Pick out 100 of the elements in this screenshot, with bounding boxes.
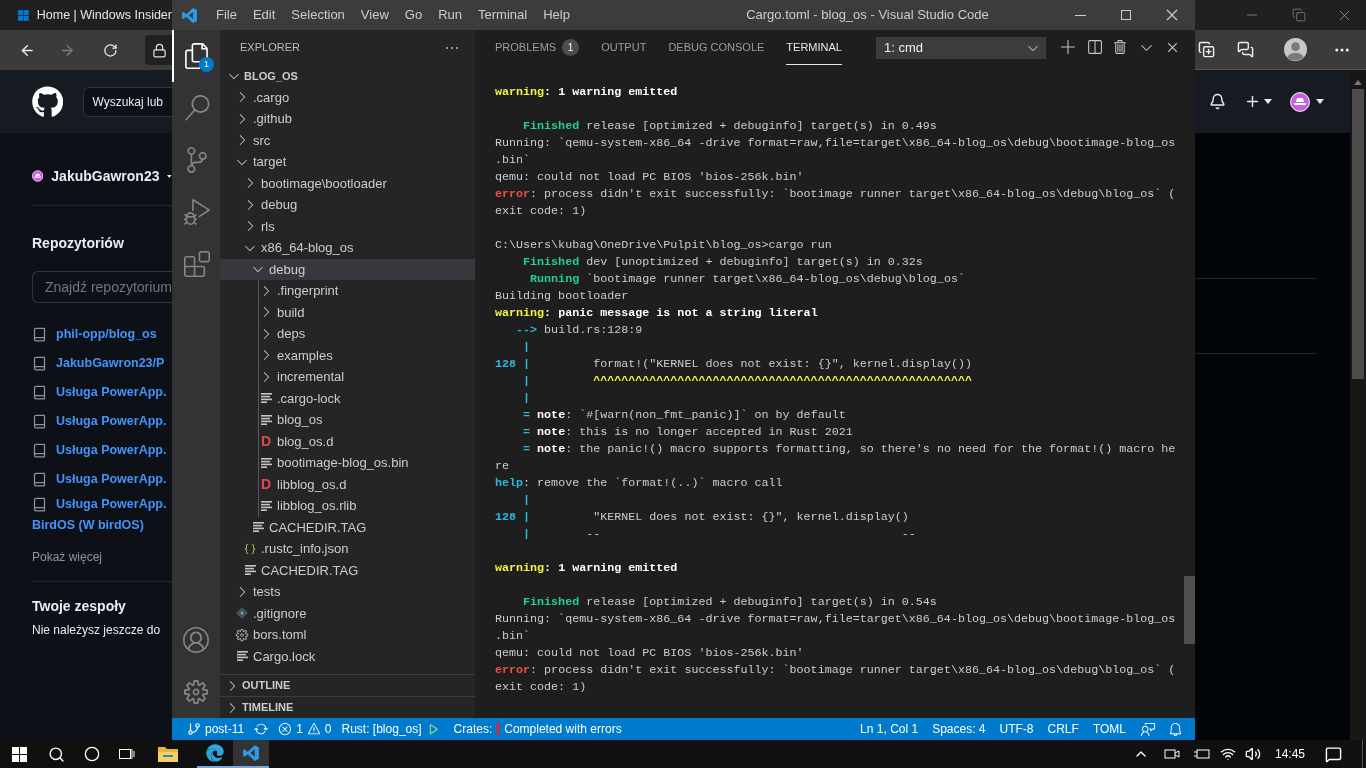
edge-icon[interactable] <box>206 744 224 762</box>
file-row[interactable]: D libblog_os.d <box>220 473 475 495</box>
folder-row[interactable]: deps <box>220 323 475 345</box>
repo-link[interactable]: Usługa PowerApp. <box>56 470 167 489</box>
status-item[interactable]: UTF-8 <box>994 718 1039 740</box>
status-item[interactable]: Ln 1, Col 1 <box>855 718 924 740</box>
workspace-header[interactable]: BLOG_OS <box>220 65 475 87</box>
refresh-icon[interactable] <box>103 41 118 59</box>
menu-item[interactable]: Go <box>396 5 431 25</box>
file-row[interactable]: CACHEDIR.TAG <box>220 559 475 581</box>
source-control-icon[interactable] <box>184 147 210 173</box>
folder-row[interactable]: debug <box>220 194 475 216</box>
add-icon[interactable] <box>1059 39 1077 56</box>
account-icon[interactable] <box>183 627 209 653</box>
plus-icon[interactable] <box>1244 93 1261 110</box>
terminal-select[interactable]: 1: cmd <box>875 36 1046 59</box>
folder-row[interactable]: x86_64-blog_os <box>220 237 475 259</box>
menu-item[interactable]: Run <box>430 5 470 25</box>
scrollbar[interactable] <box>1184 576 1195 644</box>
file-row[interactable]: Cargo.lock <box>220 645 475 667</box>
repo-link[interactable]: Usługa PowerApp. BirdOS (W birdOS) <box>32 494 172 536</box>
search-field[interactable]: Wyszukaj lub <box>83 86 172 117</box>
panel-tab[interactable]: OUTPUT <box>601 30 647 65</box>
search-icon[interactable] <box>48 745 65 763</box>
repo-link[interactable]: Usługa PowerApp. <box>56 441 167 460</box>
menu-item[interactable]: Terminal <box>470 5 536 25</box>
folder-row[interactable]: rls <box>220 215 475 237</box>
status-item[interactable]: TOML <box>1087 718 1131 740</box>
panel-tab[interactable]: PROBLEMS 1 <box>495 30 580 65</box>
caret-icon[interactable] <box>1316 99 1324 104</box>
menu-item[interactable]: Selection <box>283 5 353 25</box>
feedback-icon[interactable] <box>1237 41 1254 58</box>
file-row[interactable]: blog_os <box>220 409 475 431</box>
feedback-icon[interactable] <box>1141 721 1156 737</box>
repo-link[interactable]: Usługa PowerApp. <box>56 412 167 431</box>
file-row[interactable]: .cargo-lock <box>220 387 475 409</box>
caret-icon[interactable] <box>1264 99 1272 104</box>
clock[interactable]: 14:45 <box>1274 745 1305 763</box>
crates-item[interactable]: Crates: Completed with errors <box>448 718 627 740</box>
notifications-icon[interactable] <box>1325 745 1342 763</box>
camera-icon[interactable] <box>1163 747 1180 761</box>
collections-icon[interactable] <box>1198 41 1215 58</box>
file-row[interactable]: .rustc_info.json <box>220 538 475 560</box>
sync-icon[interactable] <box>254 722 269 736</box>
github-logo-icon[interactable] <box>32 85 64 118</box>
avatar-icon[interactable] <box>1290 91 1310 112</box>
folder-row[interactable]: incremental <box>220 366 475 388</box>
file-row[interactable]: bootimage-blog_os.bin <box>220 452 475 474</box>
trash-icon[interactable] <box>1111 39 1129 56</box>
repository-search-field[interactable]: Znajdź repozytorium <box>32 271 172 303</box>
menu-item[interactable]: Edit <box>244 5 284 25</box>
repo-link[interactable]: JakubGawron23/P <box>56 354 165 373</box>
repo-link[interactable]: Usługa PowerApp. <box>56 383 167 402</box>
bell-icon[interactable] <box>1209 93 1226 110</box>
scroll-up-icon[interactable] <box>1354 80 1362 85</box>
folder-row[interactable]: target <box>220 151 475 173</box>
file-row[interactable]: D blog_os.d <box>220 430 475 452</box>
profile-avatar-icon[interactable] <box>1284 38 1307 61</box>
folder-row[interactable]: examples <box>220 344 475 366</box>
panel-tab[interactable]: TERMINAL <box>786 30 842 65</box>
section-header[interactable]: OUTLINE <box>220 674 475 696</box>
folder-row[interactable]: .github <box>220 108 475 130</box>
volume-icon[interactable] <box>1244 746 1261 762</box>
menu-item[interactable]: File <box>208 5 245 25</box>
plug-icon[interactable] <box>1193 747 1210 761</box>
run-debug-icon[interactable] <box>184 199 210 225</box>
file-row[interactable]: CACHEDIR.TAG <box>220 516 475 538</box>
problems-item[interactable]: 1 0 <box>273 718 337 740</box>
user-name[interactable]: JakubGawron23 <box>51 165 160 187</box>
file-row[interactable]: bors.toml <box>220 624 475 646</box>
task-view-icon[interactable] <box>119 747 135 761</box>
wifi-icon[interactable] <box>1219 746 1236 762</box>
folder-icon[interactable] <box>158 746 178 762</box>
browser-tab[interactable]: Home | Windows Insider <box>0 0 172 30</box>
repo-link[interactable]: phil-opp/blog_os <box>56 325 157 344</box>
start-icon[interactable] <box>11 746 27 762</box>
vscode-icon[interactable] <box>242 744 260 762</box>
scrollbar[interactable] <box>1350 70 1366 740</box>
menu-item[interactable]: Help <box>535 5 578 25</box>
folder-row[interactable]: tests <box>220 581 475 603</box>
rust-item[interactable]: Rust: [blog_os] <box>336 718 445 740</box>
folder-row[interactable]: bootimage\bootloader <box>220 172 475 194</box>
panel-tab[interactable]: DEBUG CONSOLE <box>668 30 765 65</box>
extensions-icon[interactable] <box>184 251 210 277</box>
restore-icon[interactable] <box>1292 8 1306 22</box>
address-bar[interactable] <box>144 35 172 65</box>
folder-row[interactable]: src <box>220 129 475 151</box>
file-row[interactable]: libblog_os.rlib <box>220 495 475 517</box>
status-item[interactable]: Spaces: 4 <box>927 718 991 740</box>
settings-icon[interactable] <box>184 680 208 704</box>
folder-row[interactable]: debug <box>220 258 475 280</box>
folder-row[interactable]: build <box>220 301 475 323</box>
split-icon[interactable] <box>1085 39 1103 56</box>
file-row[interactable]: .gitignore <box>220 602 475 624</box>
menu-item[interactable]: View <box>352 5 397 25</box>
folder-row[interactable]: .fingerprint <box>220 280 475 302</box>
folder-row[interactable]: .cargo <box>220 86 475 108</box>
close-icon[interactable] <box>1164 7 1180 23</box>
branch-item[interactable]: post-11 <box>182 718 250 740</box>
show-more-link[interactable]: Pokaż więcej <box>32 548 172 566</box>
